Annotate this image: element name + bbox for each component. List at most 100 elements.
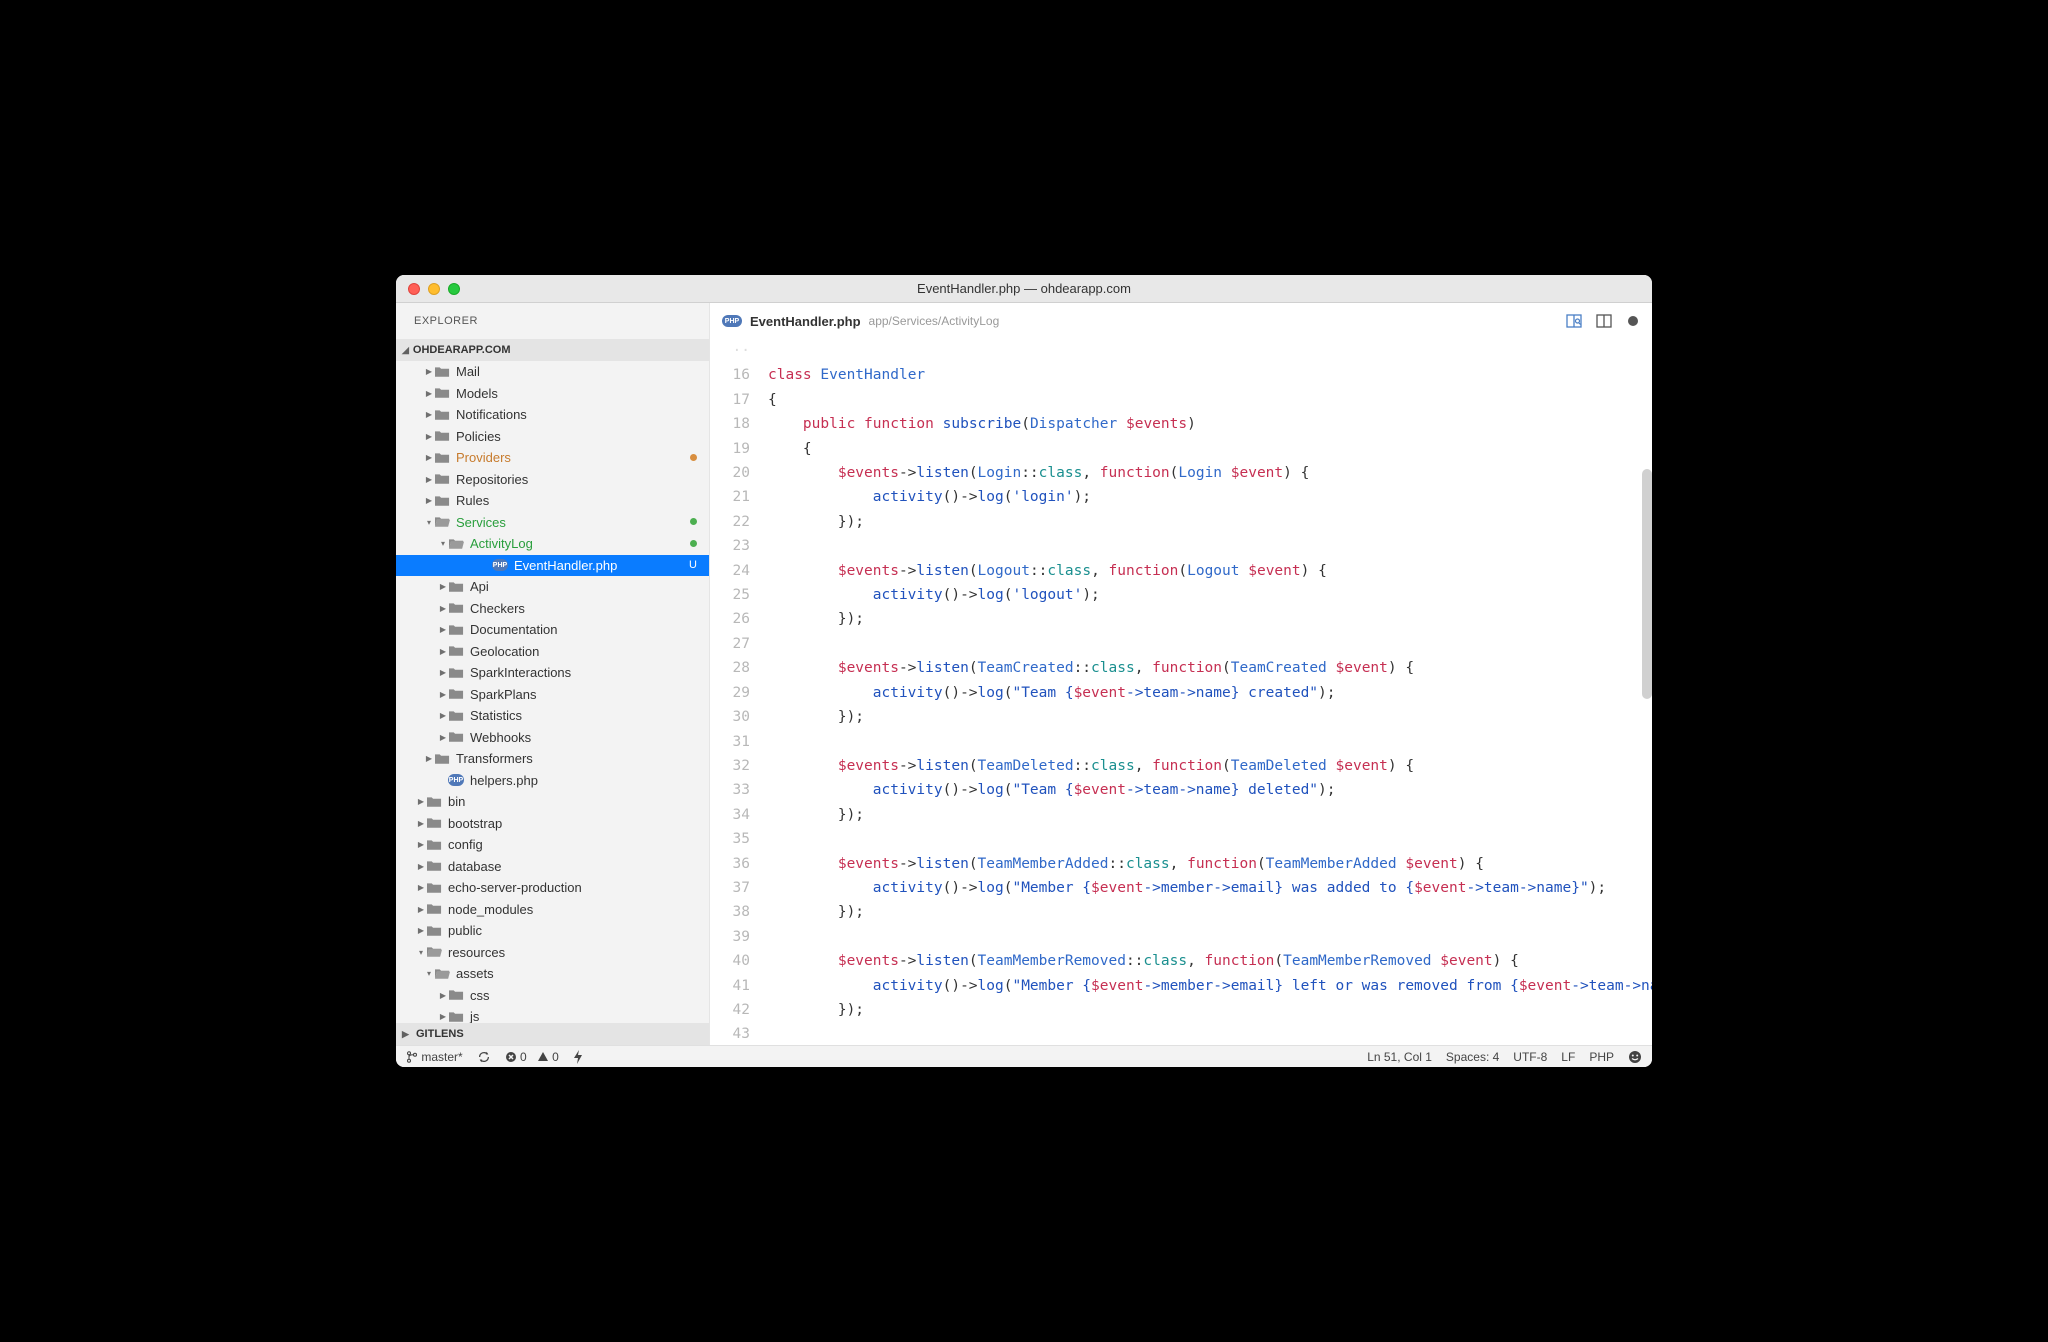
chevron-right-icon: ▶ bbox=[402, 1029, 409, 1040]
tree-item-label: bootstrap bbox=[448, 816, 699, 831]
tree-item-services[interactable]: ▾Services bbox=[396, 512, 709, 534]
chevron-right-icon: ▶ bbox=[416, 883, 426, 892]
folder-open-icon bbox=[434, 968, 450, 980]
chevron-right-icon: ▶ bbox=[424, 367, 434, 376]
php-icon: PHP bbox=[492, 559, 508, 571]
bolt-icon[interactable] bbox=[573, 1050, 583, 1064]
chevron-right-icon: ▶ bbox=[438, 1012, 448, 1021]
tree-item-node-modules[interactable]: ▶node_modules bbox=[396, 899, 709, 921]
language-mode[interactable]: PHP bbox=[1589, 1050, 1614, 1064]
tree-item-webhooks[interactable]: ▶Webhooks bbox=[396, 727, 709, 749]
chevron-right-icon: ▶ bbox=[424, 475, 434, 484]
tree-item-mail[interactable]: ▶ Mail bbox=[396, 361, 709, 383]
tab-file-label: EventHandler.php bbox=[750, 314, 861, 329]
chevron-right-icon: ▶ bbox=[424, 389, 434, 398]
folder-open-icon bbox=[448, 538, 464, 550]
tree-item-label: assets bbox=[456, 966, 699, 981]
tree-item-label: Api bbox=[470, 579, 699, 594]
git-status-badge: U bbox=[687, 559, 699, 571]
tree-item-geolocation[interactable]: ▶Geolocation bbox=[396, 641, 709, 663]
tree-item-resources[interactable]: ▾resources bbox=[396, 942, 709, 964]
tree-item-label: resources bbox=[448, 945, 699, 960]
minimize-button[interactable] bbox=[428, 283, 440, 295]
tree-item-providers[interactable]: ▶Providers bbox=[396, 447, 709, 469]
folder-icon bbox=[434, 452, 450, 464]
more-actions-icon[interactable] bbox=[1626, 314, 1640, 328]
tree-item-css[interactable]: ▶css bbox=[396, 985, 709, 1007]
tree-item-sparkinteractions[interactable]: ▶SparkInteractions bbox=[396, 662, 709, 684]
chevron-right-icon: ▶ bbox=[416, 819, 426, 828]
sync-icon[interactable] bbox=[477, 1050, 491, 1064]
tree-item-checkers[interactable]: ▶Checkers bbox=[396, 598, 709, 620]
tree-item-policies[interactable]: ▶Policies bbox=[396, 426, 709, 448]
tab-path: app/Services/ActivityLog bbox=[869, 314, 1000, 328]
error-count: 0 bbox=[520, 1050, 527, 1064]
window-title: EventHandler.php — ohdearapp.com bbox=[396, 281, 1652, 296]
split-editor-icon[interactable] bbox=[1596, 313, 1612, 329]
tree-item-activitylog[interactable]: ▾ActivityLog bbox=[396, 533, 709, 555]
code-content[interactable]: class EventHandler{ public function subs… bbox=[768, 339, 1652, 1045]
tree-item-public[interactable]: ▶public bbox=[396, 920, 709, 942]
chevron-right-icon: ▶ bbox=[424, 754, 434, 763]
eol[interactable]: LF bbox=[1561, 1050, 1575, 1064]
tree-item-js[interactable]: ▶js bbox=[396, 1006, 709, 1023]
tree-item-statistics[interactable]: ▶Statistics bbox=[396, 705, 709, 727]
titlebar[interactable]: EventHandler.php — ohdearapp.com bbox=[396, 275, 1652, 303]
warning-count: 0 bbox=[552, 1050, 559, 1064]
gitlens-label: GITLENS bbox=[416, 1028, 464, 1040]
active-tab[interactable]: PHP EventHandler.php app/Services/Activi… bbox=[722, 314, 999, 329]
folder-open-icon bbox=[426, 946, 442, 958]
close-button[interactable] bbox=[408, 283, 420, 295]
tree-item-rules[interactable]: ▶Rules bbox=[396, 490, 709, 512]
tree-item-label: database bbox=[448, 859, 699, 874]
tree-item-config[interactable]: ▶config bbox=[396, 834, 709, 856]
tree-item-helpers-php[interactable]: PHPhelpers.php bbox=[396, 770, 709, 792]
tree-item-echo-server-production[interactable]: ▶ echo-server-production bbox=[396, 877, 709, 899]
tree-item-transformers[interactable]: ▶ Transformers bbox=[396, 748, 709, 770]
problems-status[interactable]: 0 0 bbox=[505, 1050, 559, 1064]
gitlens-header[interactable]: ▶ GITLENS bbox=[396, 1023, 709, 1045]
tree-item-label: SparkInteractions bbox=[470, 665, 699, 680]
cursor-position[interactable]: Ln 51, Col 1 bbox=[1367, 1050, 1432, 1064]
workspace-name: OHDEARAPP.COM bbox=[413, 344, 511, 356]
code-area[interactable]: ··16171819202122232425262728293031323334… bbox=[710, 339, 1652, 1045]
tree-item-documentation[interactable]: ▶Documentation bbox=[396, 619, 709, 641]
vertical-scrollbar[interactable] bbox=[1642, 469, 1652, 699]
folder-open-icon bbox=[434, 516, 450, 528]
statusbar: master* 0 0 Ln 51, Col 1 Spaces: 4 UTF-8… bbox=[396, 1045, 1652, 1067]
tree-item-label: Transformers bbox=[456, 751, 699, 766]
tree-item-sparkplans[interactable]: ▶SparkPlans bbox=[396, 684, 709, 706]
tree-item-label: Providers bbox=[456, 450, 687, 465]
tree-item-label: config bbox=[448, 837, 699, 852]
tree-item-api[interactable]: ▶Api bbox=[396, 576, 709, 598]
tree-item-label: helpers.php bbox=[470, 773, 699, 788]
folder-icon bbox=[434, 430, 450, 442]
tree-item-database[interactable]: ▶database bbox=[396, 856, 709, 878]
indentation[interactable]: Spaces: 4 bbox=[1446, 1050, 1499, 1064]
maximize-button[interactable] bbox=[448, 283, 460, 295]
chevron-right-icon: ▶ bbox=[416, 905, 426, 914]
chevron-right-icon: ▶ bbox=[424, 496, 434, 505]
folder-icon bbox=[448, 710, 464, 722]
file-tree: ▶Mail▶Models▶Notifications▶Policies▶Prov… bbox=[396, 361, 709, 1023]
chevron-right-icon: ▶ bbox=[438, 625, 448, 634]
tree-item-assets[interactable]: ▾assets bbox=[396, 963, 709, 985]
tree-item-bootstrap[interactable]: ▶ bootstrap bbox=[396, 813, 709, 835]
tree-item-repositories[interactable]: ▶ Repositories bbox=[396, 469, 709, 491]
tree-item-label: Mail bbox=[456, 364, 699, 379]
tree-item-models[interactable]: ▶Models bbox=[396, 383, 709, 405]
tree-item-label: Repositories bbox=[456, 472, 699, 487]
folder-icon bbox=[448, 688, 464, 700]
workspace-header[interactable]: ◢ OHDEARAPP.COM bbox=[396, 339, 709, 361]
tree-item-bin[interactable]: ▶bin bbox=[396, 791, 709, 813]
encoding[interactable]: UTF-8 bbox=[1513, 1050, 1547, 1064]
folder-icon bbox=[434, 366, 450, 378]
split-preview-icon[interactable] bbox=[1566, 313, 1582, 329]
tree-item-eventhandler-php[interactable]: PHPEventHandler.phpU bbox=[396, 555, 709, 577]
tree-item-label: echo-server-production bbox=[448, 880, 699, 895]
branch-status[interactable]: master* bbox=[406, 1050, 463, 1064]
folder-icon bbox=[426, 925, 442, 937]
folder-icon bbox=[426, 860, 442, 872]
feedback-icon[interactable] bbox=[1628, 1050, 1642, 1064]
tree-item-notifications[interactable]: ▶Notifications bbox=[396, 404, 709, 426]
